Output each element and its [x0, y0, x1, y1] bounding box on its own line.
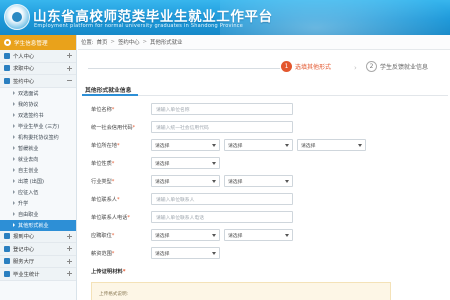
sidebar-item-signing-letter[interactable]: 双选签约书	[0, 110, 76, 121]
form-row-unit-nature: 单位性质* 请选择	[78, 157, 450, 170]
briefcase-icon	[4, 65, 10, 72]
sidebar-group-report[interactable]: 报到中心	[0, 230, 76, 243]
contact-phone-input[interactable]: 请输入单位联系人电话	[151, 211, 293, 223]
section-divider	[82, 94, 448, 96]
statistics-icon	[4, 270, 10, 277]
arrow-right-icon	[13, 157, 15, 161]
salary-select[interactable]: 请选择	[151, 247, 220, 259]
arrow-right-icon	[13, 201, 15, 205]
arrow-right-icon	[13, 223, 15, 227]
position-category-select[interactable]: 请选择	[151, 229, 220, 241]
unit-name-input[interactable]: 请输入单位名称	[151, 103, 293, 115]
sidebar-item-deferred[interactable]: 暂缓就业	[0, 143, 76, 154]
chevron-right-icon: ›	[354, 64, 357, 72]
expand-icon	[67, 65, 72, 71]
arrow-right-icon	[13, 91, 15, 95]
form-row-unit-name: 单位名称* 请输入单位名称	[78, 103, 450, 116]
expand-icon	[67, 258, 72, 264]
sidebar-group-service-hall[interactable]: 服务大厅	[0, 255, 76, 268]
chevron-down-icon	[212, 162, 216, 165]
sidebar-group-signing[interactable]: 签约中心	[0, 75, 76, 88]
chevron-down-icon	[285, 180, 289, 183]
report-icon	[4, 233, 10, 240]
site-header: 山东省高校师范类毕业生就业工作平台 Employment platform fo…	[0, 0, 450, 35]
chevron-down-icon	[285, 144, 289, 147]
collapse-icon	[67, 78, 72, 83]
form-row-credit-code: 统一社会信用代码* 请输入统一社会信用代码	[78, 121, 450, 134]
breadcrumb-current: 其他形式就业	[150, 40, 183, 46]
sidebar-item-my-agreement[interactable]: 我的协议	[0, 99, 76, 110]
chevron-down-icon	[212, 252, 216, 255]
sidebar-item-entrepreneurship[interactable]: 自主创业	[0, 165, 76, 176]
form-row-position: 应聘职位* 请选择 请选择	[78, 229, 450, 242]
sidebar-group-personal[interactable]: 个人中心	[0, 50, 76, 63]
arrow-right-icon	[13, 135, 15, 139]
sidebar-item-freelance[interactable]: 自由职业	[0, 209, 76, 220]
chevron-down-icon	[212, 234, 216, 237]
form-row-industry: 行业类型* 请选择 请选择	[78, 175, 450, 188]
unit-nature-select[interactable]: 请选择	[151, 157, 220, 169]
form-row-unit-location: 单位所在地* 请选择 请选择 请选择	[78, 139, 450, 152]
expand-icon	[67, 233, 72, 239]
form-row-contact-phone: 单位联系人电话* 请输入单位联系人电话	[78, 211, 450, 224]
chevron-down-icon	[212, 144, 216, 147]
service-icon	[4, 258, 10, 265]
city-select[interactable]: 请选择	[224, 139, 293, 151]
industry-category-select[interactable]: 请选择	[151, 175, 220, 187]
sidebar-item-tripartite[interactable]: 毕业生毕业 (三方)	[0, 121, 76, 132]
credit-code-input[interactable]: 请输入统一社会信用代码	[151, 121, 293, 133]
sidebar-item-agency-agreement[interactable]: 机构委托协议签约	[0, 132, 76, 143]
chevron-down-icon	[358, 144, 362, 147]
arrow-right-icon	[13, 190, 15, 194]
user-icon	[4, 52, 10, 59]
arrow-right-icon	[13, 146, 15, 150]
expand-icon	[67, 271, 72, 277]
page: 山东省高校师范类毕业生就业工作平台 Employment platform fo…	[0, 0, 450, 300]
site-logo	[4, 4, 30, 30]
breadcrumb: 位置: 首页 > 签约中心 > 其他形式就业	[78, 35, 450, 50]
sidebar-item-interview[interactable]: 双选面试	[0, 88, 76, 99]
sidebar-group-registration[interactable]: 登记中心	[0, 243, 76, 256]
student-icon	[4, 39, 11, 46]
form-row-contact-person: 单位联系人* 请输入单位联系人	[78, 193, 450, 206]
expand-icon	[67, 246, 72, 252]
sidebar-item-enlistment[interactable]: 应征入伍	[0, 187, 76, 198]
province-select[interactable]: 请选择	[151, 139, 220, 151]
step-indicator: 1 选填其他形式 › 2 学生反馈就业信息	[78, 61, 450, 75]
register-icon	[4, 245, 10, 252]
main-content: 位置: 首页 > 签约中心 > 其他形式就业 1 选填其他形式 › 2 学生反馈…	[78, 35, 450, 300]
upload-section-title: 上传证明材料*	[91, 269, 126, 275]
industry-subcategory-select[interactable]: 请选择	[224, 175, 293, 187]
sidebar-item-further-study[interactable]: 升学	[0, 198, 76, 209]
arrow-right-icon	[13, 179, 15, 183]
step-1: 1 选填其他形式	[281, 61, 331, 72]
site-title: 山东省高校师范类毕业生就业工作平台	[33, 9, 273, 25]
sidebar-group-statistics[interactable]: 毕业生统计	[0, 268, 76, 281]
district-select[interactable]: 请选择	[297, 139, 366, 151]
arrow-right-icon	[13, 168, 15, 172]
arrow-right-icon	[13, 102, 15, 106]
arrow-right-icon	[13, 212, 15, 216]
breadcrumb-home[interactable]: 首页	[97, 38, 108, 46]
breadcrumb-signing-center[interactable]: 签约中心	[118, 38, 140, 46]
chevron-down-icon	[285, 234, 289, 237]
position-subcategory-select[interactable]: 请选择	[224, 229, 293, 241]
upload-notice: 上传格式说明:	[91, 282, 391, 300]
sidebar: 学生信息管理 个人中心 求职中心 签约中心 双选面试 我的协议 双选签约书 毕业…	[0, 35, 77, 300]
site-subtitle: Employment platform for normal universit…	[34, 23, 244, 29]
form-row-salary: 薪资范围* 请选择	[78, 247, 450, 260]
contact-person-input[interactable]: 请输入单位联系人	[151, 193, 293, 205]
arrow-right-icon	[13, 113, 15, 117]
sidebar-item-other-employment[interactable]: 其他形式就业	[0, 219, 76, 231]
arrow-right-icon	[13, 124, 15, 128]
chevron-down-icon	[212, 180, 216, 183]
sidebar-section-header[interactable]: 学生信息管理	[0, 35, 76, 50]
expand-icon	[67, 53, 72, 59]
contract-icon	[4, 77, 10, 84]
sidebar-item-abroad[interactable]: 出境 (出国)	[0, 176, 76, 187]
sidebar-group-jobs[interactable]: 求职中心	[0, 62, 76, 75]
step-2: 2 学生反馈就业信息	[366, 61, 428, 72]
sidebar-item-destination[interactable]: 就业去向	[0, 154, 76, 165]
